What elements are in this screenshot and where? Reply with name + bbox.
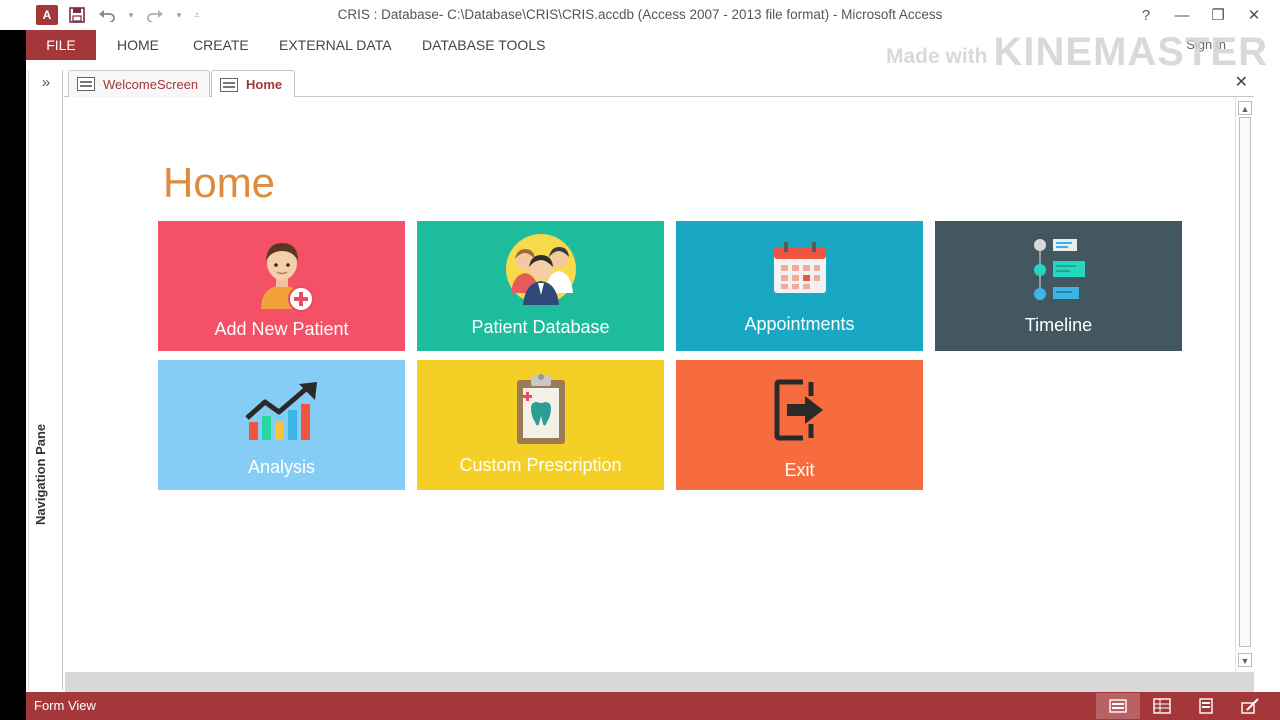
prescription-clipboard-icon	[516, 374, 565, 444]
vertical-scrollbar[interactable]: ▲ ▼	[1235, 97, 1254, 672]
tile-label: Exit	[784, 460, 815, 480]
scroll-up-icon[interactable]: ▲	[1238, 101, 1252, 115]
home-form: Home Add New Patient Patient Database Ap…	[65, 97, 1235, 672]
timeline-button[interactable]: Timeline	[935, 221, 1182, 351]
window-controls: ? — ❐ ✕	[1128, 3, 1272, 27]
design-view-icon[interactable]	[1228, 693, 1272, 719]
navigation-pane[interactable]: » Navigation Pane	[28, 70, 63, 690]
tile-label: Analysis	[247, 457, 316, 477]
horizontal-scroll-area	[65, 672, 1254, 692]
tab-create[interactable]: CREATE	[193, 30, 249, 60]
scroll-down-icon[interactable]: ▼	[1238, 653, 1252, 667]
timeline-icon	[1033, 239, 1085, 300]
analysis-button[interactable]: Analysis	[158, 360, 405, 490]
form-view-icon[interactable]	[1096, 693, 1140, 719]
window-title: CRIS : Database- C:\Database\CRIS\CRIS.a…	[337, 7, 943, 22]
kinemaster-watermark: Made with KINEMASTER	[886, 32, 1268, 72]
patient-group-icon	[505, 234, 576, 305]
close-window-button[interactable]: ✕	[1236, 3, 1272, 27]
appointments-button[interactable]: Appointments	[676, 221, 923, 351]
exit-button[interactable]: Exit	[676, 360, 923, 490]
add-new-patient-button[interactable]: Add New Patient	[158, 221, 405, 351]
tab-external-data[interactable]: EXTERNAL DATA	[279, 30, 392, 60]
title-bar: A ▾ ▾ ⩡ CRIS : Database- C:\Database\CRI…	[0, 0, 1280, 30]
left-edge	[0, 30, 26, 720]
tile-label: Appointments	[744, 314, 855, 334]
tile-label: Custom Prescription	[459, 455, 622, 475]
watermark-big-text: KINEMASTER	[993, 30, 1268, 74]
nav-pane-toggle-icon[interactable]: »	[29, 74, 63, 91]
status-text: Form View	[34, 698, 96, 713]
tile-label: Add New Patient	[214, 319, 349, 339]
tile-label: Patient Database	[471, 317, 610, 337]
tab-welcomescreen[interactable]: WelcomeScreen	[68, 70, 210, 97]
tab-label: Home	[246, 77, 283, 92]
tile-label: Timeline	[1024, 315, 1093, 335]
calendar-icon	[773, 242, 826, 293]
scrollbar-thumb[interactable]	[1239, 117, 1251, 647]
tab-label: WelcomeScreen	[103, 76, 199, 92]
minimize-button[interactable]: —	[1164, 3, 1200, 27]
datasheet-view-icon[interactable]	[1140, 693, 1184, 719]
exit-door-icon	[774, 379, 823, 441]
nav-pane-label[interactable]: Navigation Pane	[33, 325, 48, 525]
layout-view-icon[interactable]	[1184, 693, 1228, 719]
help-button[interactable]: ?	[1128, 3, 1164, 27]
growth-chart-icon	[244, 382, 317, 440]
tab-home[interactable]: HOME	[117, 30, 159, 60]
add-patient-icon	[260, 243, 314, 312]
form-icon	[220, 77, 238, 92]
document-tabs: WelcomeScreen Home	[64, 70, 1254, 98]
page-title: Home	[163, 159, 276, 206]
watermark-small-text: Made with	[886, 45, 988, 68]
restore-button[interactable]: ❐	[1200, 3, 1236, 27]
form-icon	[77, 77, 95, 91]
view-switcher	[1096, 693, 1272, 719]
patient-database-button[interactable]: Patient Database	[417, 221, 664, 351]
close-document-icon[interactable]: ✕	[1235, 72, 1248, 92]
tab-home-form[interactable]: Home	[211, 70, 295, 98]
status-bar: Form View	[26, 692, 1280, 720]
tab-database-tools[interactable]: DATABASE TOOLS	[422, 30, 545, 60]
tab-file[interactable]: FILE	[26, 30, 96, 60]
custom-prescription-button[interactable]: Custom Prescription	[417, 360, 664, 490]
